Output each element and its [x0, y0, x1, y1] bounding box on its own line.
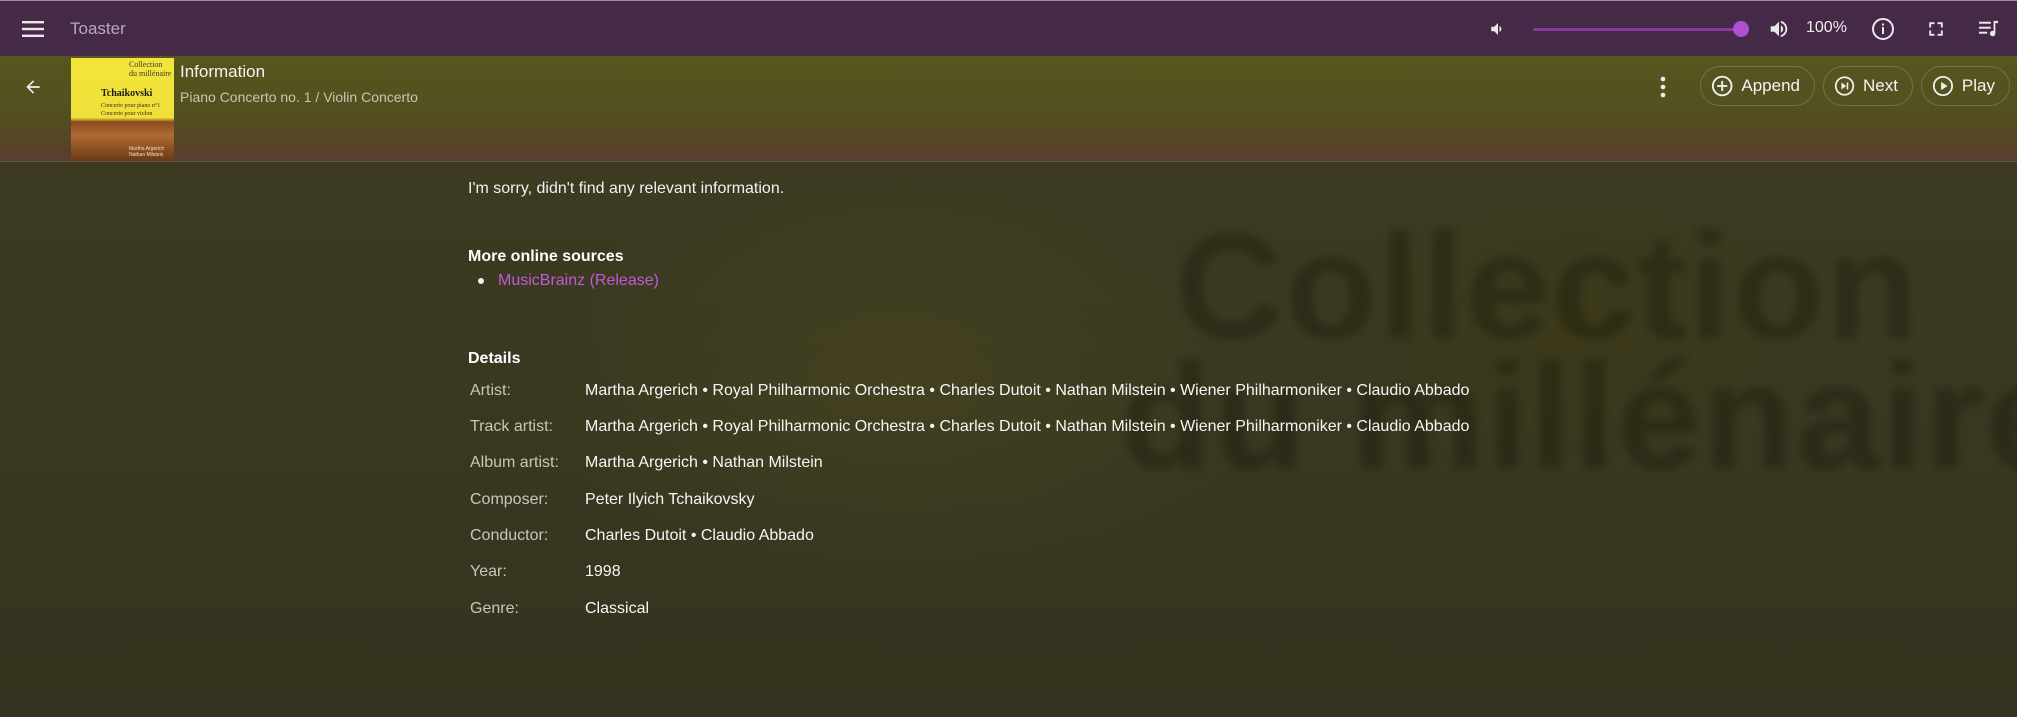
detail-label: Conductor: — [470, 527, 549, 544]
fullscreen-icon[interactable] — [1922, 15, 1950, 43]
volume-slider[interactable] — [1533, 28, 1741, 31]
volume-down-icon[interactable] — [1484, 15, 1512, 43]
cover-artists: Martha Argerich Nathan Milstein — [129, 146, 165, 158]
append-button[interactable]: Append — [1700, 66, 1815, 106]
cover-series: Collection du millénaire — [129, 60, 172, 78]
cover-works: Concerto pour piano n°1 Concerto pour vio… — [101, 103, 161, 117]
volume-up-icon[interactable] — [1764, 14, 1794, 44]
cover-composer: Tchaikovski — [101, 88, 153, 99]
detail-value: Martha Argerich • Royal Philharmonic Orc… — [585, 418, 1470, 435]
source-link-label[interactable]: MusicBrainz (Release) — [498, 272, 659, 290]
detail-label: Album artist: — [470, 454, 559, 471]
add-circle-icon — [1711, 75, 1733, 97]
detail-label: Track artist: — [470, 418, 553, 435]
play-circle-icon — [1932, 75, 1954, 97]
no-info-message: I'm sorry, didn't find any relevant info… — [468, 180, 785, 197]
page-header: Collection du millénaire Tchaikovski Conc… — [0, 56, 2017, 162]
info-icon[interactable] — [1868, 14, 1898, 44]
album-title: Piano Concerto no. 1 / Violin Concerto — [180, 89, 418, 105]
skip-next-icon — [1834, 76, 1855, 96]
append-label: Append — [1741, 76, 1800, 95]
album-cover: Collection du millénaire Tchaikovski Conc… — [71, 58, 174, 161]
details-heading: Details — [468, 350, 521, 367]
sources-heading: More online sources — [468, 248, 624, 265]
background-text-2: du millénaire — [1120, 332, 2017, 500]
detail-label: Artist: — [470, 382, 511, 399]
detail-value: Martha Argerich • Royal Philharmonic Orc… — [585, 382, 1470, 399]
list-bullet — [478, 278, 484, 284]
volume-percent: 100% — [1806, 19, 1847, 36]
detail-value: Charles Dutoit • Claudio Abbado — [585, 527, 814, 544]
detail-value: 1998 — [585, 563, 621, 580]
detail-value: Classical — [585, 600, 650, 617]
play-button[interactable]: Play — [1921, 66, 2010, 106]
sources-list: MusicBrainz (Release) — [468, 272, 659, 290]
next-label: Next — [1863, 76, 1898, 95]
next-button[interactable]: Next — [1823, 66, 1913, 106]
detail-label: Year: — [470, 563, 507, 580]
detail-label: Genre: — [470, 600, 519, 617]
volume-slider-thumb[interactable] — [1733, 21, 1749, 37]
top-bar: Toaster 100% — [0, 0, 2017, 56]
back-arrow-icon[interactable] — [18, 72, 48, 102]
play-label: Play — [1961, 76, 1995, 95]
detail-label: Composer: — [470, 491, 549, 508]
queue-icon[interactable] — [1974, 15, 2004, 43]
menu-icon[interactable] — [16, 15, 50, 43]
detail-value: Peter Ilyich Tchaikovsky — [585, 491, 755, 508]
more-vert-icon[interactable] — [1652, 72, 1674, 102]
source-link-musicbrainz[interactable]: MusicBrainz (Release) — [468, 272, 659, 290]
page-title: Information — [180, 62, 266, 81]
app-title: Toaster — [70, 19, 126, 38]
detail-value: Martha Argerich • Nathan Milstein — [585, 454, 823, 471]
